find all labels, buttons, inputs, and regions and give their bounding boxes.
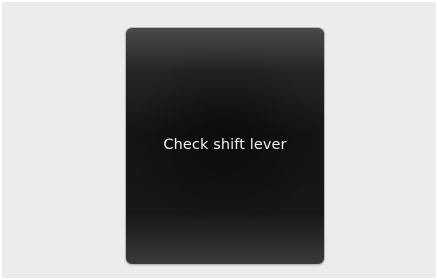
- cluster-display-screen: Check shift lever: [126, 28, 324, 264]
- warning-message: Check shift lever: [163, 137, 287, 153]
- illustration-frame: Check shift lever: [2, 2, 436, 278]
